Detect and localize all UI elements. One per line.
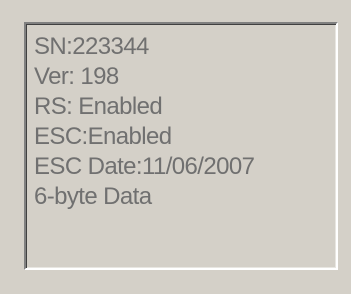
version-line: Ver: 198	[34, 63, 119, 90]
device-info-lines: SN:223344 Ver: 198 RS: Enabled ESC:Enabl…	[34, 32, 330, 212]
esc-status-line: ESC:Enabled	[34, 123, 172, 150]
data-format-line: 6-byte Data	[34, 183, 152, 210]
esc-date-line: ESC Date:11/06/2007	[34, 153, 255, 180]
device-info-listbox[interactable]: SN:223344 Ver: 198 RS: Enabled ESC:Enabl…	[24, 22, 338, 270]
rs-status-line: RS: Enabled	[34, 93, 163, 120]
dialog-background: SN:223344 Ver: 198 RS: Enabled ESC:Enabl…	[0, 0, 351, 294]
serial-number-line: SN:223344	[34, 33, 149, 60]
